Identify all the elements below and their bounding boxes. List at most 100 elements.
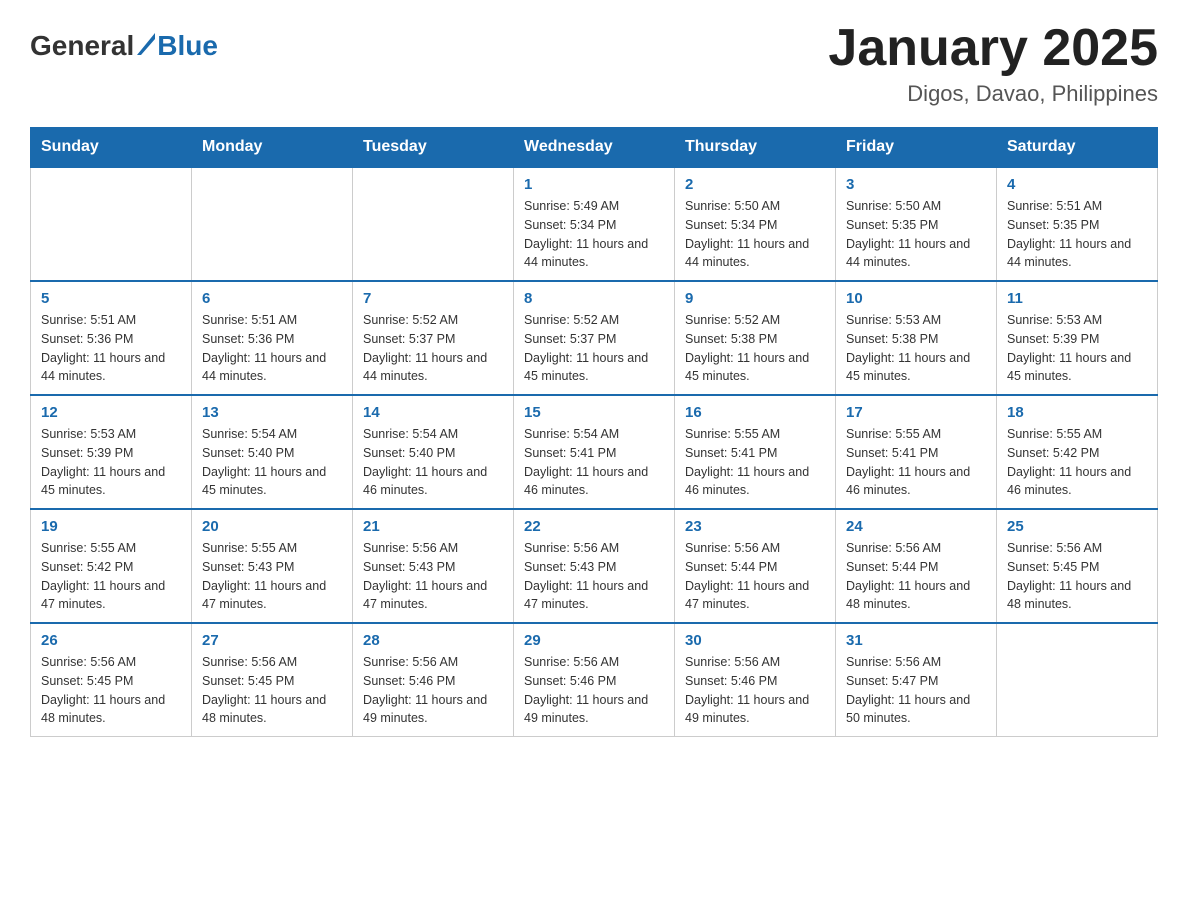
day-info: Sunrise: 5:56 AM Sunset: 5:46 PM Dayligh… — [524, 653, 664, 728]
day-info: Sunrise: 5:54 AM Sunset: 5:40 PM Dayligh… — [202, 425, 342, 500]
day-number: 14 — [363, 404, 503, 421]
day-info: Sunrise: 5:51 AM Sunset: 5:36 PM Dayligh… — [41, 311, 181, 386]
day-number: 13 — [202, 404, 342, 421]
calendar-cell: 27 Sunrise: 5:56 AM Sunset: 5:45 PM Dayli… — [192, 623, 353, 737]
calendar-cell: 31 Sunrise: 5:56 AM Sunset: 5:47 PM Dayli… — [836, 623, 997, 737]
calendar-cell: 7 Sunrise: 5:52 AM Sunset: 5:37 PM Daylig… — [353, 281, 514, 395]
day-info: Sunrise: 5:55 AM Sunset: 5:42 PM Dayligh… — [1007, 425, 1147, 500]
day-number: 1 — [524, 176, 664, 193]
day-info: Sunrise: 5:54 AM Sunset: 5:41 PM Dayligh… — [524, 425, 664, 500]
calendar-cell: 2Sunrise: 5:50 AM Sunset: 5:34 PM Daylig… — [675, 167, 836, 281]
day-number: 11 — [1007, 290, 1147, 307]
logo-triangle-icon — [137, 33, 155, 59]
day-info: Sunrise: 5:51 AM Sunset: 5:36 PM Dayligh… — [202, 311, 342, 386]
day-number: 7 — [363, 290, 503, 307]
day-number: 31 — [846, 632, 986, 649]
day-number: 26 — [41, 632, 181, 649]
day-info: Sunrise: 5:54 AM Sunset: 5:40 PM Dayligh… — [363, 425, 503, 500]
week-row-2: 5 Sunrise: 5:51 AM Sunset: 5:36 PM Daylig… — [31, 281, 1158, 395]
title-block: January 2025 Digos, Davao, Philippines — [828, 20, 1158, 107]
calendar-cell: 14 Sunrise: 5:54 AM Sunset: 5:40 PM Dayli… — [353, 395, 514, 509]
day-number: 2 — [685, 176, 825, 193]
day-number: 30 — [685, 632, 825, 649]
day-info: Sunrise: 5:49 AM Sunset: 5:34 PM Dayligh… — [524, 197, 664, 272]
calendar-cell: 30 Sunrise: 5:56 AM Sunset: 5:46 PM Dayli… — [675, 623, 836, 737]
calendar-table: SundayMondayTuesdayWednesdayThursdayFrid… — [30, 127, 1158, 737]
calendar-cell: 29 Sunrise: 5:56 AM Sunset: 5:46 PM Dayli… — [514, 623, 675, 737]
day-info: Sunrise: 5:56 AM Sunset: 5:47 PM Dayligh… — [846, 653, 986, 728]
calendar-header-tuesday: Tuesday — [353, 128, 514, 168]
calendar-cell: 26 Sunrise: 5:56 AM Sunset: 5:45 PM Dayli… — [31, 623, 192, 737]
calendar-header-sunday: Sunday — [31, 128, 192, 168]
day-number: 27 — [202, 632, 342, 649]
calendar-header-monday: Monday — [192, 128, 353, 168]
day-info: Sunrise: 5:51 AM Sunset: 5:35 PM Dayligh… — [1007, 197, 1147, 272]
day-info: Sunrise: 5:56 AM Sunset: 5:43 PM Dayligh… — [524, 539, 664, 614]
day-info: Sunrise: 5:56 AM Sunset: 5:45 PM Dayligh… — [41, 653, 181, 728]
day-number: 5 — [41, 290, 181, 307]
calendar-cell: 12 Sunrise: 5:53 AM Sunset: 5:39 PM Dayli… — [31, 395, 192, 509]
day-info: Sunrise: 5:56 AM Sunset: 5:46 PM Dayligh… — [685, 653, 825, 728]
day-info: Sunrise: 5:56 AM Sunset: 5:46 PM Dayligh… — [363, 653, 503, 728]
day-info: Sunrise: 5:56 AM Sunset: 5:44 PM Dayligh… — [685, 539, 825, 614]
calendar-cell: 23Sunrise: 5:56 AM Sunset: 5:44 PM Dayli… — [675, 509, 836, 623]
day-number: 18 — [1007, 404, 1147, 421]
logo-blue-text: Blue — [157, 30, 218, 62]
logo-general-text: General — [30, 30, 134, 62]
day-number: 25 — [1007, 518, 1147, 535]
logo: General Blue — [30, 30, 218, 62]
day-number: 28 — [363, 632, 503, 649]
day-info: Sunrise: 5:55 AM Sunset: 5:42 PM Dayligh… — [41, 539, 181, 614]
calendar-header-wednesday: Wednesday — [514, 128, 675, 168]
calendar-cell: 18 Sunrise: 5:55 AM Sunset: 5:42 PM Dayli… — [997, 395, 1158, 509]
month-title: January 2025 — [828, 20, 1158, 77]
day-info: Sunrise: 5:55 AM Sunset: 5:41 PM Dayligh… — [846, 425, 986, 500]
calendar-cell — [31, 167, 192, 281]
calendar-cell: 20Sunrise: 5:55 AM Sunset: 5:43 PM Dayli… — [192, 509, 353, 623]
day-number: 29 — [524, 632, 664, 649]
day-number: 9 — [685, 290, 825, 307]
day-number: 3 — [846, 176, 986, 193]
calendar-cell: 28 Sunrise: 5:56 AM Sunset: 5:46 PM Dayli… — [353, 623, 514, 737]
day-info: Sunrise: 5:56 AM Sunset: 5:44 PM Dayligh… — [846, 539, 986, 614]
calendar-cell: 9 Sunrise: 5:52 AM Sunset: 5:38 PM Daylig… — [675, 281, 836, 395]
day-info: Sunrise: 5:53 AM Sunset: 5:39 PM Dayligh… — [41, 425, 181, 500]
calendar-cell — [997, 623, 1158, 737]
day-number: 12 — [41, 404, 181, 421]
day-info: Sunrise: 5:56 AM Sunset: 5:45 PM Dayligh… — [1007, 539, 1147, 614]
day-info: Sunrise: 5:55 AM Sunset: 5:41 PM Dayligh… — [685, 425, 825, 500]
day-number: 22 — [524, 518, 664, 535]
calendar-cell: 8 Sunrise: 5:52 AM Sunset: 5:37 PM Daylig… — [514, 281, 675, 395]
day-number: 19 — [41, 518, 181, 535]
calendar-cell — [192, 167, 353, 281]
calendar-header-row: SundayMondayTuesdayWednesdayThursdayFrid… — [31, 128, 1158, 168]
calendar-cell: 6 Sunrise: 5:51 AM Sunset: 5:36 PM Daylig… — [192, 281, 353, 395]
day-info: Sunrise: 5:55 AM Sunset: 5:43 PM Dayligh… — [202, 539, 342, 614]
week-row-5: 26 Sunrise: 5:56 AM Sunset: 5:45 PM Dayli… — [31, 623, 1158, 737]
calendar-cell: 1 Sunrise: 5:49 AM Sunset: 5:34 PM Daylig… — [514, 167, 675, 281]
calendar-cell: 10Sunrise: 5:53 AM Sunset: 5:38 PM Dayli… — [836, 281, 997, 395]
calendar-cell: 11 Sunrise: 5:53 AM Sunset: 5:39 PM Dayli… — [997, 281, 1158, 395]
day-info: Sunrise: 5:53 AM Sunset: 5:39 PM Dayligh… — [1007, 311, 1147, 386]
day-number: 4 — [1007, 176, 1147, 193]
calendar-cell: 15Sunrise: 5:54 AM Sunset: 5:41 PM Dayli… — [514, 395, 675, 509]
day-number: 24 — [846, 518, 986, 535]
day-info: Sunrise: 5:56 AM Sunset: 5:43 PM Dayligh… — [363, 539, 503, 614]
calendar-cell: 17Sunrise: 5:55 AM Sunset: 5:41 PM Dayli… — [836, 395, 997, 509]
day-number: 21 — [363, 518, 503, 535]
calendar-cell: 25 Sunrise: 5:56 AM Sunset: 5:45 PM Dayli… — [997, 509, 1158, 623]
day-number: 6 — [202, 290, 342, 307]
day-info: Sunrise: 5:52 AM Sunset: 5:37 PM Dayligh… — [524, 311, 664, 386]
week-row-1: 1 Sunrise: 5:49 AM Sunset: 5:34 PM Daylig… — [31, 167, 1158, 281]
day-info: Sunrise: 5:52 AM Sunset: 5:37 PM Dayligh… — [363, 311, 503, 386]
week-row-4: 19 Sunrise: 5:55 AM Sunset: 5:42 PM Dayli… — [31, 509, 1158, 623]
day-info: Sunrise: 5:56 AM Sunset: 5:45 PM Dayligh… — [202, 653, 342, 728]
day-number: 16 — [685, 404, 825, 421]
day-number: 8 — [524, 290, 664, 307]
day-info: Sunrise: 5:52 AM Sunset: 5:38 PM Dayligh… — [685, 311, 825, 386]
calendar-cell: 5 Sunrise: 5:51 AM Sunset: 5:36 PM Daylig… — [31, 281, 192, 395]
calendar-cell: 16 Sunrise: 5:55 AM Sunset: 5:41 PM Dayli… — [675, 395, 836, 509]
week-row-3: 12 Sunrise: 5:53 AM Sunset: 5:39 PM Dayli… — [31, 395, 1158, 509]
calendar-cell — [353, 167, 514, 281]
calendar-cell: 3Sunrise: 5:50 AM Sunset: 5:35 PM Daylig… — [836, 167, 997, 281]
